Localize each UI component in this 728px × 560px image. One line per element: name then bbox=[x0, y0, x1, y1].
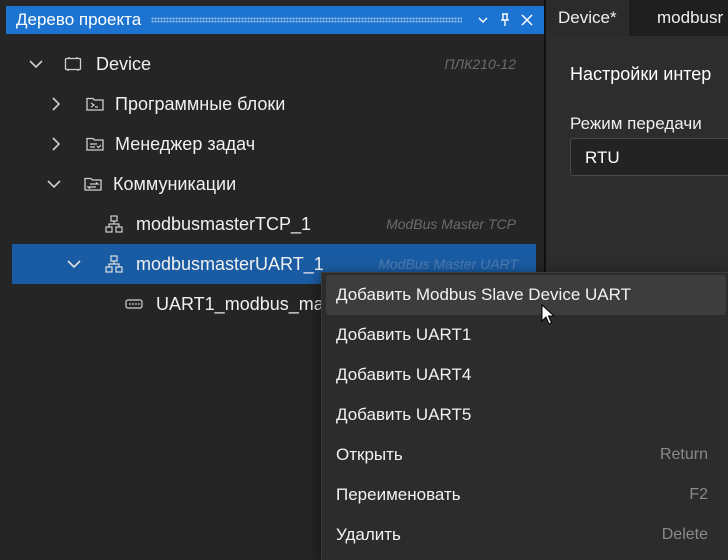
menu-item-label: Открыть bbox=[336, 445, 403, 464]
chevron-right-icon[interactable] bbox=[48, 136, 64, 152]
tree-item-task-manager[interactable]: Менеджер задач bbox=[0, 124, 544, 164]
program-folder-icon bbox=[86, 97, 104, 111]
tree-item-label: Программные блоки bbox=[115, 93, 286, 114]
transfer-mode-label: Режим передачи bbox=[570, 114, 702, 133]
context-menu: Добавить Modbus Slave Device UART Добави… bbox=[321, 272, 728, 560]
serial-port-icon bbox=[125, 299, 143, 309]
mouse-cursor-icon bbox=[541, 304, 556, 325]
transfer-mode-value: RTU bbox=[585, 148, 620, 167]
chevron-down-icon[interactable] bbox=[66, 256, 82, 272]
tab-device[interactable]: Device* bbox=[546, 0, 629, 36]
menu-item-label: Переименовать bbox=[336, 485, 461, 504]
menu-item-label: Добавить Modbus Slave Device UART bbox=[336, 285, 631, 304]
menu-item-delete[interactable]: Удалить Delete bbox=[326, 515, 726, 555]
tree-item-program-blocks[interactable]: Программные блоки bbox=[0, 84, 544, 124]
drag-grip[interactable] bbox=[151, 17, 462, 23]
tab-modbus[interactable]: modbusr bbox=[657, 0, 723, 36]
menu-item-add-uart1[interactable]: Добавить UART1 bbox=[326, 315, 726, 355]
menu-item-label: Добавить UART4 bbox=[336, 365, 472, 384]
menu-item-add-slave-uart[interactable]: Добавить Modbus Slave Device UART bbox=[326, 275, 726, 315]
settings-title: Настройки интер bbox=[570, 64, 712, 84]
tree-item-label: UART1_modbus_mast bbox=[156, 293, 338, 314]
tree-item-label: modbusmasterUART_1 bbox=[136, 253, 324, 274]
comm-folder-icon bbox=[84, 177, 102, 191]
close-icon[interactable] bbox=[516, 6, 538, 34]
chevron-down-icon[interactable] bbox=[46, 176, 62, 192]
network-icon bbox=[105, 215, 123, 233]
menu-item-open[interactable]: Открыть Return bbox=[326, 435, 726, 475]
menu-item-shortcut: Delete bbox=[661, 526, 708, 543]
menu-item-rename[interactable]: Переименовать F2 bbox=[326, 475, 726, 515]
tree-item-hint: ПЛК210-12 bbox=[444, 56, 516, 72]
menu-item-label: Добавить UART5 bbox=[336, 405, 472, 424]
network-icon bbox=[105, 255, 123, 273]
tree-item-communications[interactable]: Коммуникации bbox=[0, 164, 544, 204]
dropdown-icon[interactable] bbox=[472, 6, 494, 34]
chevron-right-icon[interactable] bbox=[48, 96, 64, 112]
pin-icon[interactable] bbox=[494, 6, 516, 34]
chevron-down-icon[interactable] bbox=[28, 56, 44, 72]
menu-item-shortcut: F2 bbox=[689, 486, 708, 503]
panel-header[interactable]: Дерево проекта bbox=[6, 6, 544, 34]
tab-bar: Device* modbusr bbox=[546, 0, 728, 36]
menu-item-add-uart4[interactable]: Добавить UART4 bbox=[326, 355, 726, 395]
task-folder-icon bbox=[86, 137, 104, 151]
tree-item-modbus-tcp[interactable]: modbusmasterTCP_1 ModBus Master TCP bbox=[0, 204, 544, 244]
panel-title: Дерево проекта bbox=[16, 10, 142, 29]
device-icon bbox=[64, 57, 82, 71]
tree-item-hint: ModBus Master TCP bbox=[386, 216, 516, 232]
tree-item-hint: ModBus Master UART bbox=[378, 256, 518, 272]
tree-item-label: Менеджер задач bbox=[115, 133, 256, 154]
transfer-mode-select[interactable]: RTU bbox=[570, 138, 728, 176]
tree-item-label: Device bbox=[96, 53, 152, 74]
tree-item-device[interactable]: Device ПЛК210-12 bbox=[0, 44, 544, 84]
menu-item-label: Удалить bbox=[336, 525, 401, 544]
menu-item-label: Добавить UART1 bbox=[336, 325, 472, 344]
menu-item-add-uart5[interactable]: Добавить UART5 bbox=[326, 395, 726, 435]
menu-item-shortcut: Return bbox=[659, 446, 708, 463]
tree-item-label: Коммуникации bbox=[113, 173, 237, 194]
tree-item-label: modbusmasterTCP_1 bbox=[136, 213, 312, 234]
